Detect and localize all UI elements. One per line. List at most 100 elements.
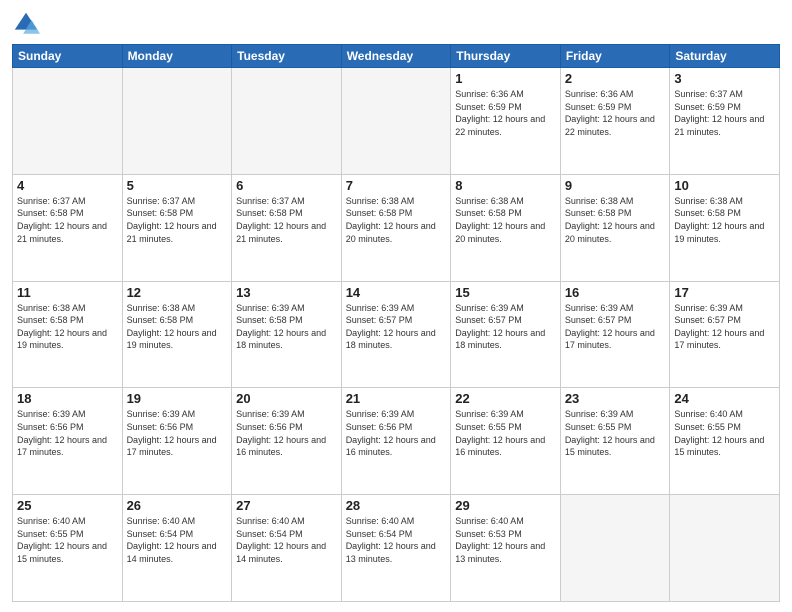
day-info: Sunrise: 6:39 AM Sunset: 6:57 PM Dayligh… [565,302,666,352]
calendar-cell: 12 Sunrise: 6:38 AM Sunset: 6:58 PM Dayli… [122,281,232,388]
calendar-header-thursday: Thursday [451,45,561,68]
calendar-cell: 11 Sunrise: 6:38 AM Sunset: 6:58 PM Dayli… [13,281,123,388]
day-number: 5 [127,178,228,193]
calendar-cell: 2 Sunrise: 6:36 AM Sunset: 6:59 PM Daylig… [560,68,670,175]
logo [12,10,44,38]
day-number: 1 [455,71,556,86]
calendar-cell: 21Sunrise: 6:39 AM Sunset: 6:56 PM Dayli… [341,388,451,495]
day-info: Sunrise: 6:38 AM Sunset: 6:58 PM Dayligh… [17,302,118,352]
calendar-cell: 4 Sunrise: 6:37 AM Sunset: 6:58 PM Daylig… [13,174,123,281]
calendar-cell: 20Sunrise: 6:39 AM Sunset: 6:56 PM Dayli… [232,388,342,495]
calendar-week-4: 18 Sunrise: 6:39 AM Sunset: 6:56 PM Dayli… [13,388,780,495]
day-info: Sunrise: 6:37 AM Sunset: 6:58 PM Dayligh… [17,195,118,245]
calendar-header-wednesday: Wednesday [341,45,451,68]
header [12,10,780,38]
day-number: 9 [565,178,666,193]
calendar-cell: 14 Sunrise: 6:39 AM Sunset: 6:57 PM Dayli… [341,281,451,388]
day-number: 22 [455,391,556,406]
day-number: 27 [236,498,337,513]
day-number: 4 [17,178,118,193]
calendar: SundayMondayTuesdayWednesdayThursdayFrid… [12,44,780,602]
calendar-week-2: 4 Sunrise: 6:37 AM Sunset: 6:58 PM Daylig… [13,174,780,281]
day-number: 3 [674,71,775,86]
calendar-cell: 8 Sunrise: 6:38 AM Sunset: 6:58 PM Daylig… [451,174,561,281]
calendar-week-3: 11 Sunrise: 6:38 AM Sunset: 6:58 PM Dayli… [13,281,780,388]
day-info: Sunrise: 6:36 AM Sunset: 6:59 PM Dayligh… [565,88,666,138]
calendar-cell [13,68,123,175]
calendar-cell: 13 Sunrise: 6:39 AM Sunset: 6:58 PM Dayli… [232,281,342,388]
day-info: Sunrise: 6:36 AM Sunset: 6:59 PM Dayligh… [455,88,556,138]
day-info: Sunrise: 6:40 AM Sunset: 6:54 PM Dayligh… [127,515,228,565]
calendar-cell [670,495,780,602]
day-number: 6 [236,178,337,193]
day-info: Sunrise: 6:39 AM Sunset: 6:55 PM Dayligh… [565,408,666,458]
day-info: Sunrise: 6:39 AM Sunset: 6:57 PM Dayligh… [346,302,447,352]
calendar-cell: 23Sunrise: 6:39 AM Sunset: 6:55 PM Dayli… [560,388,670,495]
day-info: Sunrise: 6:38 AM Sunset: 6:58 PM Dayligh… [565,195,666,245]
calendar-cell [232,68,342,175]
day-number: 18 [17,391,118,406]
calendar-cell: 15 Sunrise: 6:39 AM Sunset: 6:57 PM Dayli… [451,281,561,388]
day-info: Sunrise: 6:40 AM Sunset: 6:53 PM Dayligh… [455,515,556,565]
day-info: Sunrise: 6:39 AM Sunset: 6:58 PM Dayligh… [236,302,337,352]
day-number: 19 [127,391,228,406]
day-info: Sunrise: 6:38 AM Sunset: 6:58 PM Dayligh… [346,195,447,245]
day-number: 25 [17,498,118,513]
day-info: Sunrise: 6:37 AM Sunset: 6:58 PM Dayligh… [127,195,228,245]
day-number: 29 [455,498,556,513]
day-info: Sunrise: 6:39 AM Sunset: 6:57 PM Dayligh… [674,302,775,352]
day-number: 10 [674,178,775,193]
calendar-cell: 19 Sunrise: 6:39 AM Sunset: 6:56 PM Dayli… [122,388,232,495]
day-info: Sunrise: 6:37 AM Sunset: 6:58 PM Dayligh… [236,195,337,245]
calendar-cell: 24Sunrise: 6:40 AM Sunset: 6:55 PM Dayli… [670,388,780,495]
calendar-cell: 25Sunrise: 6:40 AM Sunset: 6:55 PM Dayli… [13,495,123,602]
day-info: Sunrise: 6:38 AM Sunset: 6:58 PM Dayligh… [674,195,775,245]
day-number: 8 [455,178,556,193]
calendar-cell: 1 Sunrise: 6:36 AM Sunset: 6:59 PM Daylig… [451,68,561,175]
day-info: Sunrise: 6:40 AM Sunset: 6:54 PM Dayligh… [346,515,447,565]
calendar-header-friday: Friday [560,45,670,68]
calendar-cell: 28 Sunrise: 6:40 AM Sunset: 6:54 PM Dayli… [341,495,451,602]
calendar-cell [122,68,232,175]
calendar-header-row: SundayMondayTuesdayWednesdayThursdayFrid… [13,45,780,68]
day-info: Sunrise: 6:39 AM Sunset: 6:56 PM Dayligh… [17,408,118,458]
day-number: 13 [236,285,337,300]
day-info: Sunrise: 6:38 AM Sunset: 6:58 PM Dayligh… [455,195,556,245]
calendar-cell: 7 Sunrise: 6:38 AM Sunset: 6:58 PM Daylig… [341,174,451,281]
calendar-cell: 29 Sunrise: 6:40 AM Sunset: 6:53 PM Dayli… [451,495,561,602]
day-number: 2 [565,71,666,86]
day-number: 17 [674,285,775,300]
day-number: 11 [17,285,118,300]
calendar-week-5: 25Sunrise: 6:40 AM Sunset: 6:55 PM Dayli… [13,495,780,602]
day-number: 7 [346,178,447,193]
calendar-cell: 18 Sunrise: 6:39 AM Sunset: 6:56 PM Dayli… [13,388,123,495]
calendar-cell: 26 Sunrise: 6:40 AM Sunset: 6:54 PM Dayli… [122,495,232,602]
calendar-week-1: 1 Sunrise: 6:36 AM Sunset: 6:59 PM Daylig… [13,68,780,175]
logo-icon [12,10,40,38]
calendar-cell: 10 Sunrise: 6:38 AM Sunset: 6:58 PM Dayli… [670,174,780,281]
day-info: Sunrise: 6:39 AM Sunset: 6:57 PM Dayligh… [455,302,556,352]
calendar-cell: 27 Sunrise: 6:40 AM Sunset: 6:54 PM Dayli… [232,495,342,602]
calendar-cell: 16 Sunrise: 6:39 AM Sunset: 6:57 PM Dayli… [560,281,670,388]
day-number: 12 [127,285,228,300]
day-info: Sunrise: 6:40 AM Sunset: 6:55 PM Dayligh… [674,408,775,458]
calendar-header-sunday: Sunday [13,45,123,68]
day-info: Sunrise: 6:38 AM Sunset: 6:58 PM Dayligh… [127,302,228,352]
calendar-cell: 3 Sunrise: 6:37 AM Sunset: 6:59 PM Daylig… [670,68,780,175]
day-number: 16 [565,285,666,300]
day-info: Sunrise: 6:40 AM Sunset: 6:54 PM Dayligh… [236,515,337,565]
day-info: Sunrise: 6:39 AM Sunset: 6:56 PM Dayligh… [346,408,447,458]
calendar-cell: 6 Sunrise: 6:37 AM Sunset: 6:58 PM Daylig… [232,174,342,281]
calendar-cell: 22Sunrise: 6:39 AM Sunset: 6:55 PM Dayli… [451,388,561,495]
day-number: 28 [346,498,447,513]
day-info: Sunrise: 6:37 AM Sunset: 6:59 PM Dayligh… [674,88,775,138]
calendar-cell [341,68,451,175]
day-number: 26 [127,498,228,513]
day-info: Sunrise: 6:39 AM Sunset: 6:56 PM Dayligh… [127,408,228,458]
day-number: 15 [455,285,556,300]
day-number: 14 [346,285,447,300]
calendar-header-tuesday: Tuesday [232,45,342,68]
day-number: 20 [236,391,337,406]
calendar-cell: 17 Sunrise: 6:39 AM Sunset: 6:57 PM Dayli… [670,281,780,388]
calendar-cell: 9 Sunrise: 6:38 AM Sunset: 6:58 PM Daylig… [560,174,670,281]
